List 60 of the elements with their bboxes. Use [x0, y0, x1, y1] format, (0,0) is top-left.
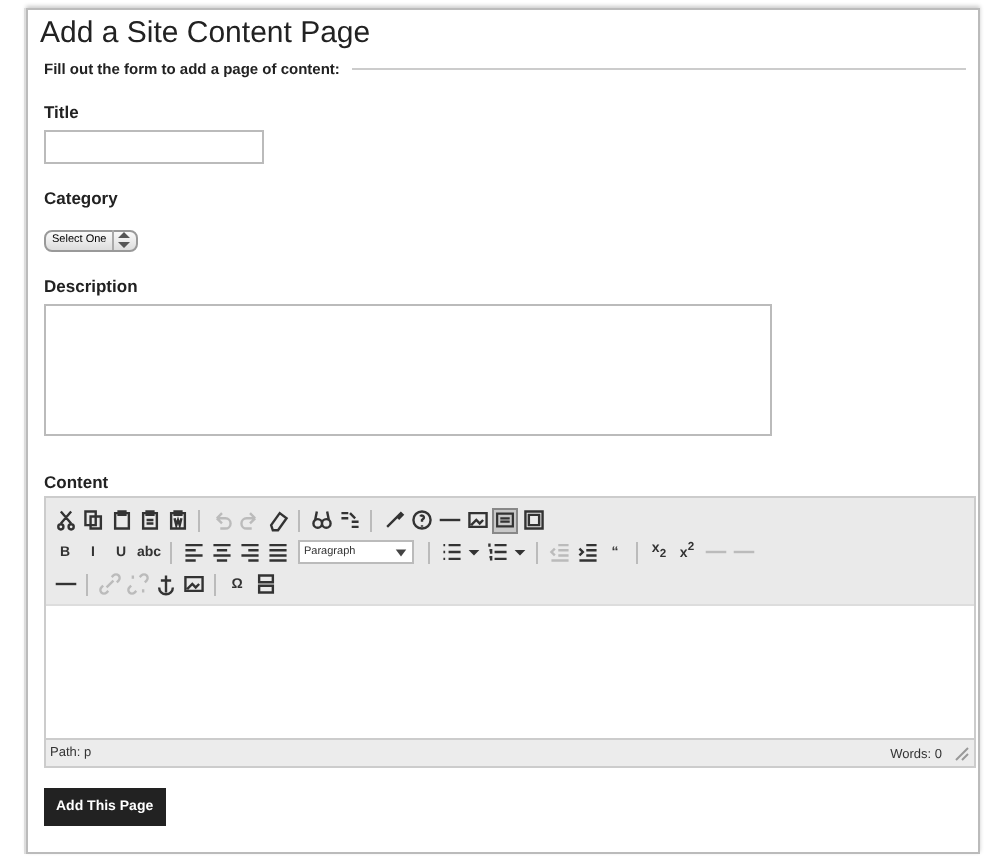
- brush-icon: [381, 508, 405, 532]
- toolbar-button[interactable]: [136, 507, 162, 533]
- toolbar-button[interactable]: [308, 507, 334, 533]
- numbered-list-icon: [485, 540, 509, 564]
- anchor-icon: [153, 572, 177, 596]
- bullet-list-icon: [439, 540, 463, 564]
- description-field[interactable]: [44, 304, 772, 436]
- toolbar-button[interactable]: [180, 539, 206, 565]
- justify-icon: [265, 540, 289, 564]
- field-label: Title: [44, 102, 81, 122]
- page-heading: Add a Site Content Page: [40, 14, 373, 54]
- paste-text-icon: [137, 508, 161, 532]
- picture-frame-icon: [181, 572, 205, 596]
- picture-frame-icon: [465, 508, 489, 532]
- stepper-icon: [112, 230, 133, 250]
- link-icon: [97, 572, 121, 596]
- toolbar-button[interactable]: [236, 539, 262, 565]
- binoculars-icon: [309, 508, 333, 532]
- toolbar-button[interactable]: [438, 539, 464, 565]
- toolbar-button[interactable]: [336, 507, 362, 533]
- redo-icon: [237, 508, 261, 532]
- resize-grip-icon[interactable]: [954, 745, 970, 761]
- align-center-icon: [209, 540, 233, 564]
- toolbar-button[interactable]: [80, 507, 106, 533]
- scissors-icon: [53, 508, 77, 532]
- indent-icon: [575, 540, 599, 564]
- document-icon: [494, 508, 516, 532]
- page-break-icon: [253, 572, 277, 596]
- toolbar-button[interactable]: [408, 507, 434, 533]
- toolbar-button[interactable]: [264, 507, 290, 533]
- toolbar-button[interactable]: [252, 571, 278, 597]
- outdent-icon: [547, 540, 571, 564]
- toolbar-button[interactable]: [464, 507, 490, 533]
- toolbar-button[interactable]: [492, 507, 518, 533]
- copy-icon: [81, 508, 105, 532]
- caret-icon: [466, 544, 482, 560]
- toolbar-button[interactable]: [108, 507, 134, 533]
- field-label: Category: [44, 188, 120, 208]
- unlink-icon: [125, 572, 149, 596]
- eraser-icon: [265, 508, 289, 532]
- toolbar-button[interactable]: [180, 571, 206, 597]
- toolbar-button[interactable]: [152, 571, 178, 597]
- toolbar-button[interactable]: [164, 507, 190, 533]
- align-left-icon: [181, 540, 205, 564]
- align-right-icon: [237, 540, 261, 564]
- paste-word-icon: [165, 508, 189, 532]
- toolbar-button[interactable]: [574, 539, 600, 565]
- toolbar-button[interactable]: [264, 539, 290, 565]
- toolbar-button[interactable]: [52, 507, 78, 533]
- paste-icon: [109, 508, 133, 532]
- help-icon: [409, 508, 433, 532]
- caret-icon: [512, 544, 528, 560]
- field-label: Description: [44, 276, 140, 296]
- caret-icon: [394, 545, 408, 559]
- field-label: Content: [44, 472, 111, 492]
- title-field[interactable]: [44, 130, 264, 164]
- toolbar-button[interactable]: [208, 539, 234, 565]
- toolbar-button[interactable]: [484, 539, 510, 565]
- toolbar-button[interactable]: [520, 507, 546, 533]
- replace-icon: [337, 508, 361, 532]
